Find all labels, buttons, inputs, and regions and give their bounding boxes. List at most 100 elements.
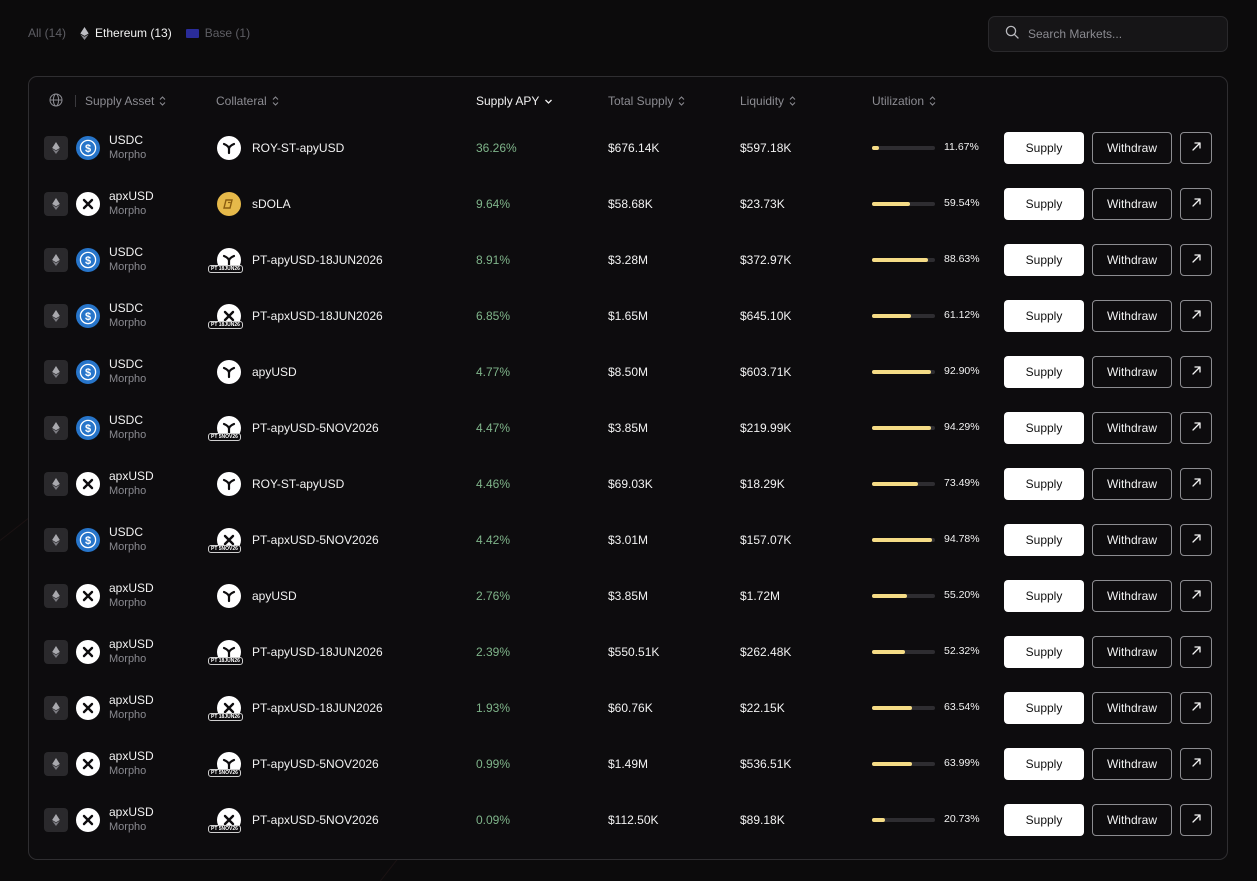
apyusd-icon: PT 5NOV26	[208, 416, 241, 441]
total-supply-value: $3.85M	[608, 421, 649, 435]
ethereum-icon	[44, 752, 68, 776]
table-row[interactable]: apxUSD Morpho PT 5NOV26 PT-apyUSD-5NOV20…	[29, 736, 1227, 792]
table-row[interactable]: $ USDC Morpho PT 18JUN26 PT-apyUSD-18JUN…	[29, 232, 1227, 288]
utilization-bar	[872, 202, 935, 206]
supply-asset-name: apxUSD	[109, 805, 154, 819]
external-link-button[interactable]	[1180, 692, 1212, 724]
external-link-icon	[1191, 141, 1202, 155]
table-row[interactable]: $ USDC Morpho PT 5NOV26 PT-apxUSD-5NOV20…	[29, 512, 1227, 568]
external-link-button[interactable]	[1180, 132, 1212, 164]
protocol-name: Morpho	[109, 205, 147, 217]
utilization-bar	[872, 594, 935, 598]
utilization-bar-fill	[872, 426, 932, 430]
withdraw-button[interactable]: Withdraw	[1092, 804, 1172, 836]
external-link-button[interactable]	[1180, 356, 1212, 388]
protocol-name: Morpho	[109, 821, 147, 833]
withdraw-button[interactable]: Withdraw	[1092, 356, 1172, 388]
external-link-button[interactable]	[1180, 188, 1212, 220]
withdraw-button[interactable]: Withdraw	[1092, 132, 1172, 164]
supply-asset-name: USDC	[109, 301, 144, 315]
external-link-button[interactable]	[1180, 300, 1212, 332]
supply-apy-value: 36.26%	[476, 141, 517, 155]
search-input[interactable]	[1028, 27, 1208, 41]
withdraw-button[interactable]: Withdraw	[1092, 244, 1172, 276]
external-link-icon	[1191, 365, 1202, 379]
supply-button[interactable]: Supply	[1004, 412, 1084, 444]
search-box[interactable]	[988, 16, 1228, 52]
header-supply-asset[interactable]: Supply Asset	[85, 94, 166, 108]
external-link-icon	[1191, 589, 1202, 603]
header-supply-apy[interactable]: Supply APY	[476, 94, 553, 108]
supply-button[interactable]: Supply	[1004, 244, 1084, 276]
apxusd-icon	[76, 808, 100, 832]
external-link-button[interactable]	[1180, 580, 1212, 612]
withdraw-button[interactable]: Withdraw	[1092, 636, 1172, 668]
supply-button[interactable]: Supply	[1004, 748, 1084, 780]
external-link-button[interactable]	[1180, 468, 1212, 500]
table-row[interactable]: apxUSD Morpho sDOLA 9.64% $58.68K $23.73…	[29, 176, 1227, 232]
header-collateral[interactable]: Collateral	[216, 94, 279, 108]
supply-button[interactable]: Supply	[1004, 804, 1084, 836]
filter-base[interactable]: Base (1)	[185, 26, 250, 40]
table-row[interactable]: $ USDC Morpho apyUSD 4.77% $8.50M $603.7…	[29, 344, 1227, 400]
collateral-name: PT-apxUSD-18JUN2026	[252, 701, 383, 715]
supply-button[interactable]: Supply	[1004, 300, 1084, 332]
table-row[interactable]: apxUSD Morpho PT 18JUN26 PT-apxUSD-18JUN…	[29, 680, 1227, 736]
supply-button[interactable]: Supply	[1004, 356, 1084, 388]
external-link-button[interactable]	[1180, 524, 1212, 556]
ethereum-icon	[44, 192, 68, 216]
pt-maturity-badge: PT 5NOV26	[208, 433, 241, 441]
supply-asset-name: USDC	[109, 357, 144, 371]
sort-icon	[929, 96, 936, 106]
withdraw-button[interactable]: Withdraw	[1092, 692, 1172, 724]
supply-asset-name: apxUSD	[109, 637, 154, 651]
table-row[interactable]: $ USDC Morpho PT 18JUN26 PT-apxUSD-18JUN…	[29, 288, 1227, 344]
apyusd-icon: PT 5NOV26	[208, 752, 241, 777]
supply-button[interactable]: Supply	[1004, 524, 1084, 556]
withdraw-button[interactable]: Withdraw	[1092, 188, 1172, 220]
withdraw-button[interactable]: Withdraw	[1092, 580, 1172, 612]
withdraw-button[interactable]: Withdraw	[1092, 300, 1172, 332]
liquidity-value: $603.71K	[740, 365, 792, 379]
supply-button[interactable]: Supply	[1004, 188, 1084, 220]
table-row[interactable]: apxUSD Morpho PT 18JUN26 PT-apyUSD-18JUN…	[29, 624, 1227, 680]
table-row[interactable]: apxUSD Morpho apyUSD 2.76% $3.85M $1.72M…	[29, 568, 1227, 624]
utilization-bar-fill	[872, 370, 931, 374]
external-link-button[interactable]	[1180, 412, 1212, 444]
protocol-name: Morpho	[109, 541, 147, 553]
filter-ethereum[interactable]: Ethereum (13)	[80, 26, 172, 40]
table-row[interactable]: apxUSD Morpho PT 5NOV26 PT-apxUSD-5NOV20…	[29, 792, 1227, 848]
table-row[interactable]: $ USDC Morpho ROY-ST-apyUSD 36.26% $676.…	[29, 120, 1227, 176]
supply-button[interactable]: Supply	[1004, 692, 1084, 724]
external-link-button[interactable]	[1180, 244, 1212, 276]
supply-button[interactable]: Supply	[1004, 132, 1084, 164]
withdraw-button[interactable]: Withdraw	[1092, 748, 1172, 780]
utilization-bar	[872, 818, 935, 822]
pt-maturity-badge: PT 18JUN26	[208, 321, 243, 329]
liquidity-value: $219.99K	[740, 421, 792, 435]
supply-button[interactable]: Supply	[1004, 580, 1084, 612]
external-link-button[interactable]	[1180, 636, 1212, 668]
total-supply-value: $3.85M	[608, 589, 649, 603]
withdraw-button[interactable]: Withdraw	[1092, 412, 1172, 444]
svg-text:$: $	[85, 367, 91, 379]
table-row[interactable]: apxUSD Morpho ROY-ST-apyUSD 4.46% $69.03…	[29, 456, 1227, 512]
withdraw-button[interactable]: Withdraw	[1092, 524, 1172, 556]
filter-all[interactable]: All (14)	[28, 26, 66, 40]
supply-apy-value: 9.64%	[476, 197, 511, 211]
external-link-button[interactable]	[1180, 748, 1212, 780]
header-utilization[interactable]: Utilization	[872, 94, 936, 108]
table-row[interactable]: $ USDC Morpho PT 5NOV26 PT-apyUSD-5NOV20…	[29, 400, 1227, 456]
ethereum-icon	[44, 304, 68, 328]
supply-button[interactable]: Supply	[1004, 468, 1084, 500]
supply-button[interactable]: Supply	[1004, 636, 1084, 668]
header-liquidity[interactable]: Liquidity	[740, 94, 796, 108]
header-total-supply[interactable]: Total Supply	[608, 94, 685, 108]
withdraw-button[interactable]: Withdraw	[1092, 468, 1172, 500]
apyusd-icon	[217, 584, 241, 608]
globe-icon[interactable]	[49, 93, 63, 110]
external-link-button[interactable]	[1180, 804, 1212, 836]
header-supply-apy-label: Supply APY	[476, 94, 540, 108]
header-collateral-label: Collateral	[216, 94, 267, 108]
protocol-name: Morpho	[109, 149, 147, 161]
